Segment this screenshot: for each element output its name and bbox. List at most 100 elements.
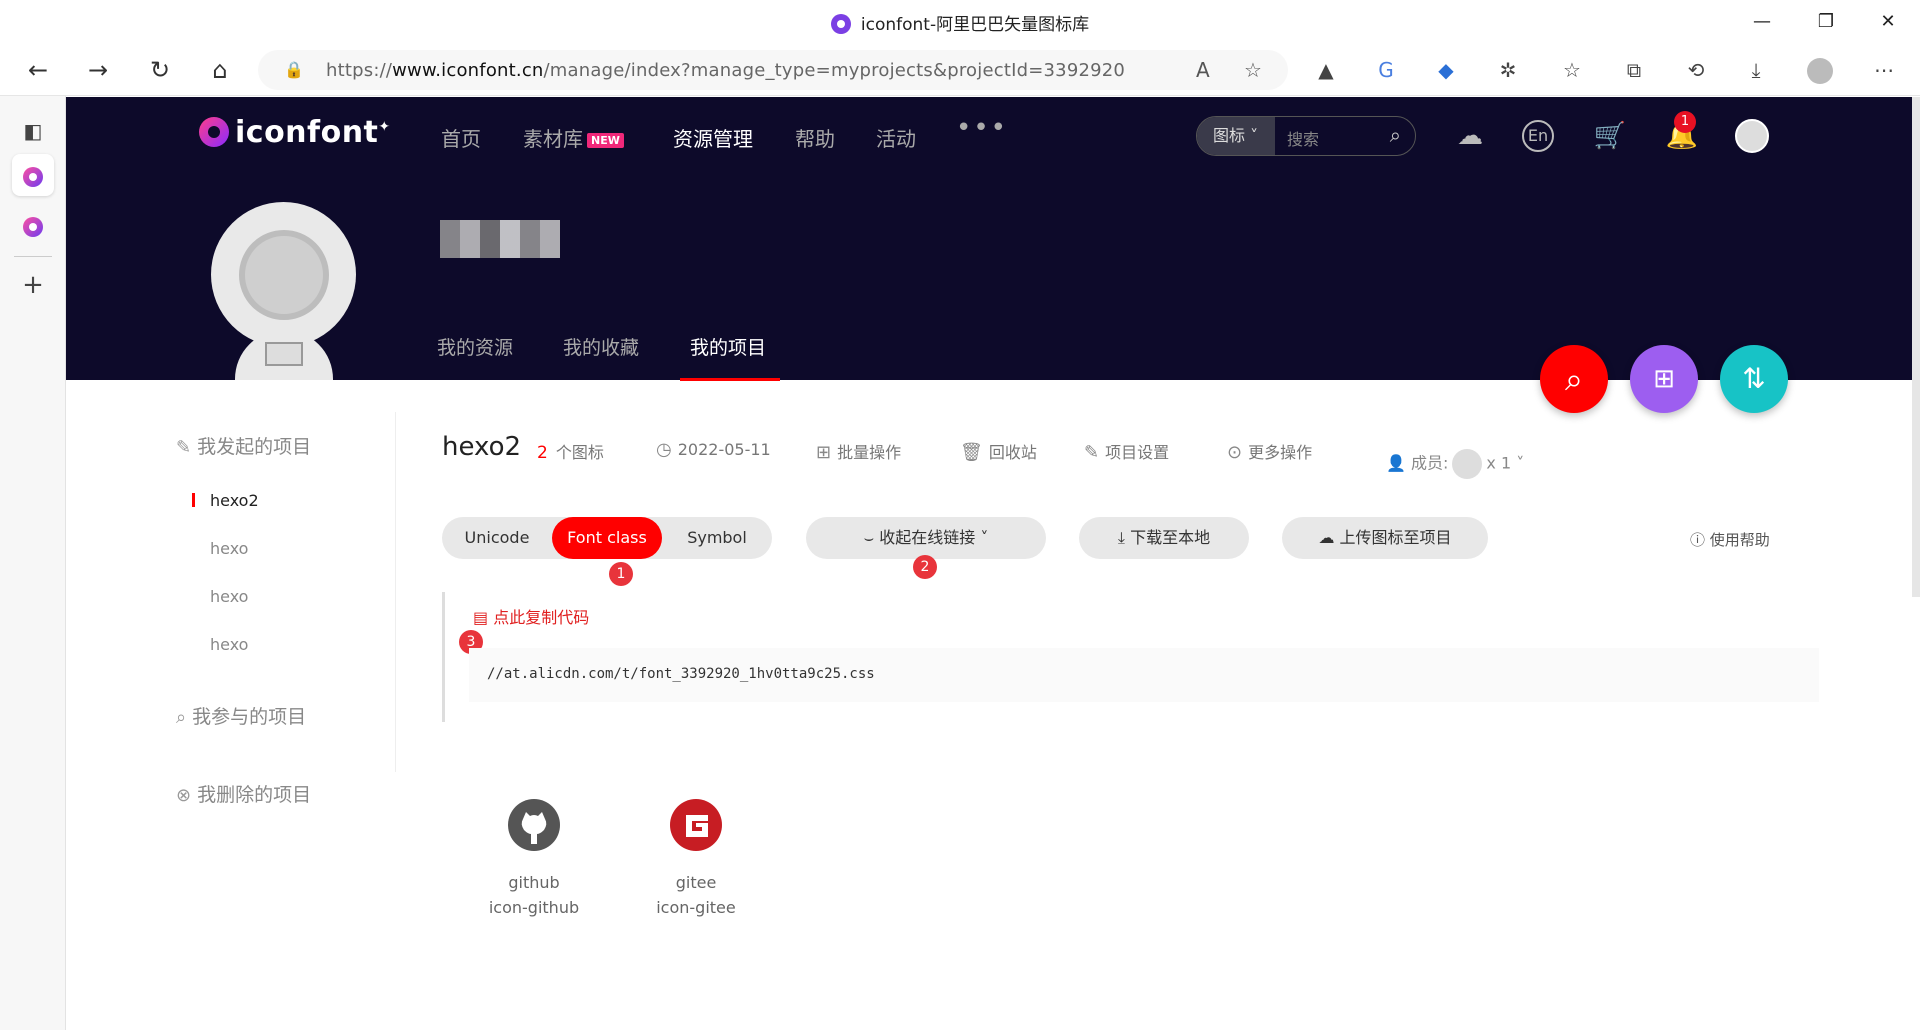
tab-my-projects[interactable]: 我的项目 <box>690 333 766 360</box>
browser-toolbar: ← → ↻ ⌂ 🔒 https://www.iconfont.cn/manage… <box>0 44 1920 96</box>
project-delete-icon: ⊗ <box>176 785 192 806</box>
iconfont-favicon-icon <box>830 14 851 34</box>
tab-my-resources[interactable]: 我的资源 <box>437 333 513 360</box>
member-avatar <box>1452 449 1483 479</box>
history-icon[interactable]: ⟲ <box>1682 58 1710 82</box>
refresh-button[interactable]: ↻ <box>142 54 178 86</box>
downloads-icon[interactable]: ⤓ <box>1742 58 1770 82</box>
new-folder-fab-button[interactable]: ⊞ <box>1630 345 1698 413</box>
download-local-button[interactable]: ⤓ 下载至本地 <box>1079 517 1249 559</box>
clock-icon: ◷ <box>656 439 672 460</box>
tab-my-favorites[interactable]: 我的收藏 <box>563 333 639 360</box>
window-titlebar: iconfont-阿里巴巴矢量图标库 — ❐ ✕ <box>0 0 1920 44</box>
sidebar-initiated-heading[interactable]: ✎ 我发起的项目 <box>176 432 311 459</box>
sidebar-participated-heading[interactable]: ⌕ 我参与的项目 <box>176 702 306 729</box>
more-menu-icon[interactable]: ⋯ <box>1870 58 1898 82</box>
grid-icon: ⊞ <box>816 442 832 463</box>
add-favorite-icon[interactable]: ☆ <box>1244 58 1262 82</box>
icon-count: 2 个图标 <box>537 443 604 463</box>
segment-symbol[interactable]: Symbol <box>662 517 772 559</box>
cart-icon[interactable]: 🛒 <box>1592 118 1628 154</box>
project-members[interactable]: 👤 成员: x 1 ˅ <box>1386 449 1524 479</box>
close-button[interactable]: ✕ <box>1870 8 1906 36</box>
profile-username-blurred <box>440 220 560 258</box>
batch-operation-button[interactable]: ⊞ 批量操作 <box>816 439 901 463</box>
icon-card-gitee[interactable]: gitee icon-gitee <box>626 797 766 917</box>
project-search-icon: ⌕ <box>176 707 187 728</box>
profile-icon[interactable] <box>1806 58 1834 84</box>
online-link-panel: ▤ 点此复制代码 3 //at.alicdn.com/t/font_339292… <box>442 592 1834 722</box>
search-fab-button[interactable]: ⌕ <box>1540 345 1608 413</box>
sidebar-project-hexo[interactable]: hexo <box>210 635 248 654</box>
nav-activity[interactable]: 活动 <box>876 123 916 152</box>
icon-card-github[interactable]: github icon-github <box>464 797 604 917</box>
project-date: ◷ 2022-05-11 <box>656 439 771 460</box>
extension-blue-icon[interactable]: ◆ <box>1432 58 1460 82</box>
favorites-icon[interactable]: ☆ <box>1558 58 1586 82</box>
sidebar-project-hexo2[interactable]: hexo2 <box>210 491 259 510</box>
language-icon[interactable]: En <box>1522 120 1554 152</box>
page-scrollbar[interactable] <box>1912 97 1920 597</box>
sort-fab-button[interactable]: ⇅ <box>1720 345 1788 413</box>
sidebar-project-hexo[interactable]: hexo <box>210 539 248 558</box>
user-avatar[interactable] <box>1735 119 1769 153</box>
css-link-code[interactable]: //at.alicdn.com/t/font_3392920_1hv0tta9c… <box>469 648 1819 702</box>
nav-home[interactable]: 首页 <box>441 123 481 152</box>
iconfont-logo[interactable]: iconfont✦ <box>199 115 391 150</box>
site-header: iconfont✦ 首页 素材库 NEW 资源管理 帮助 活动 ••• 图标 ˅ … <box>66 97 1920 380</box>
icon-name: gitee <box>675 873 717 892</box>
usage-help-link[interactable]: ⓘ 使用帮助 <box>1690 529 1770 550</box>
read-aloud-icon[interactable]: A <box>1196 58 1210 82</box>
search-icon[interactable]: ⌕ <box>1390 123 1401 147</box>
recycle-bin-button[interactable]: 🗑 回收站 <box>960 439 1037 463</box>
icon-class: icon-gitee <box>656 898 736 917</box>
segment-unicode[interactable]: Unicode <box>442 517 552 559</box>
profile-avatar <box>211 202 356 380</box>
tab-iconfont-active[interactable] <box>12 154 54 196</box>
page-content: iconfont✦ 首页 素材库 NEW 资源管理 帮助 活动 ••• 图标 ˅ … <box>66 97 1920 1030</box>
tab-divider <box>14 256 52 257</box>
vertical-tab-bar: ◧ + <box>0 96 66 1030</box>
icon-name: github <box>508 873 560 892</box>
search-type-select[interactable]: 图标 ˅ <box>1197 117 1275 155</box>
nav-help[interactable]: 帮助 <box>795 123 835 152</box>
project-settings-button[interactable]: ✎ 项目设置 <box>1084 439 1169 463</box>
sidebar-project-hexo[interactable]: hexo <box>210 587 248 606</box>
nav-resource-management[interactable]: 资源管理 <box>673 123 753 152</box>
restore-button[interactable]: ❐ <box>1808 8 1844 36</box>
step-marker-1: 1 <box>609 562 633 586</box>
more-actions-button[interactable]: ⊙ 更多操作 <box>1227 439 1312 463</box>
tab-actions-icon[interactable]: ◧ <box>12 110 54 152</box>
window-title: iconfont-阿里巴巴矢量图标库 <box>0 10 1920 35</box>
lock-icon: 🔒 <box>284 60 304 79</box>
new-tab-button[interactable]: + <box>12 264 54 306</box>
sidebar-deleted-heading[interactable]: ⊗ 我删除的项目 <box>176 780 311 807</box>
address-bar[interactable]: 🔒 https://www.iconfont.cn/manage/index?m… <box>258 50 1288 90</box>
tab-iconfont[interactable] <box>12 204 54 246</box>
back-button[interactable]: ← <box>20 54 56 86</box>
nav-materials[interactable]: 素材库 NEW <box>523 123 624 152</box>
chevron-down-icon: ˅ <box>1511 453 1525 473</box>
segment-font-class[interactable]: Font class <box>552 517 662 559</box>
chevron-up-icon: ˅ <box>975 528 989 547</box>
translate-icon[interactable]: G <box>1372 58 1400 82</box>
iconfont-tab-icon <box>23 216 43 237</box>
upload-cloud-icon[interactable]: ☁ <box>1452 118 1488 154</box>
copy-code-link[interactable]: ▤ 点此复制代码 <box>473 604 589 628</box>
search-input[interactable]: 搜索 <box>1287 126 1319 150</box>
step-marker-2: 2 <box>913 555 937 579</box>
home-button[interactable]: ⌂ <box>202 54 238 86</box>
address-url[interactable]: https://www.iconfont.cn/manage/index?man… <box>326 60 1125 81</box>
extensions-icon[interactable]: ✲ <box>1494 58 1522 82</box>
upload-icons-button[interactable]: ☁ 上传图标至项目 <box>1282 517 1488 559</box>
forward-button[interactable]: → <box>80 54 116 86</box>
download-icon: ⤓ <box>1117 528 1131 547</box>
nav-more-icon[interactable]: ••• <box>956 113 1008 143</box>
collections-icon[interactable]: ⧉ <box>1620 58 1648 82</box>
project-list-icon: ✎ <box>176 437 192 458</box>
gitee-icon <box>668 797 724 853</box>
collapse-online-link-button[interactable]: ⌣ 收起在线链接 ˅ <box>806 517 1046 559</box>
copy-icon: ▤ <box>473 608 494 627</box>
extension-a-icon[interactable]: ▲ <box>1312 58 1340 82</box>
minimize-button[interactable]: — <box>1744 8 1780 36</box>
